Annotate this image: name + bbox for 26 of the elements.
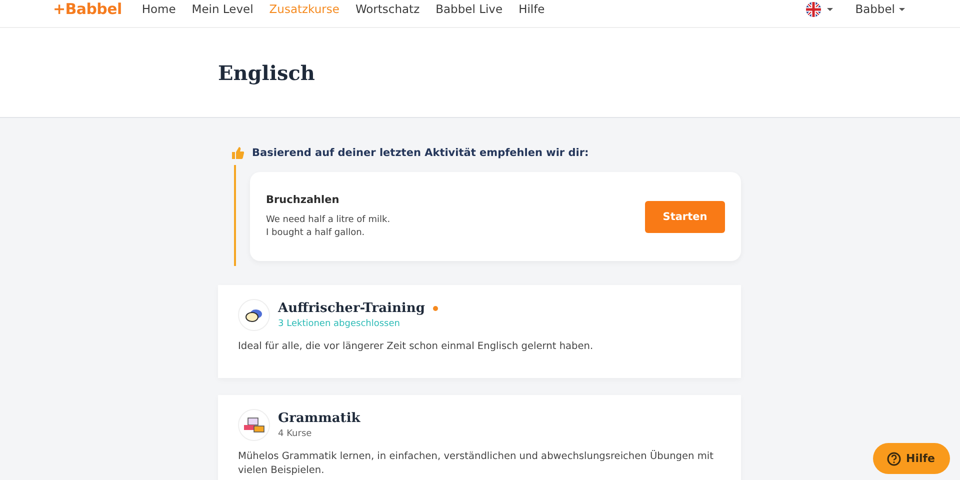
nav-link[interactable]: Hilfe	[518, 0, 545, 18]
building-blocks-icon	[243, 417, 265, 433]
flag-icon[interactable]	[806, 2, 822, 16]
course-title: Auffrischer-Training	[278, 301, 425, 316]
speech-bubbles-icon	[245, 308, 263, 322]
nav-link[interactable]: Babbel Live	[436, 0, 503, 18]
course-title: Grammatik	[278, 411, 360, 426]
course-card[interactable]: Auffrischer-Training 3 Lektionen abgeschlossen Ideal für alle, die vor längerer Zeit schon einmal Englisch gelernt haben.	[218, 285, 741, 378]
example-sentence: I bought a half gallon.	[266, 226, 366, 240]
help-icon	[887, 452, 901, 466]
example-sentence: We need half a litre of milk.	[266, 214, 390, 226]
nav-link[interactable]: Home	[142, 0, 176, 18]
page-title: Englisch	[218, 61, 316, 85]
course-description: Ideal für alle, die vor längerer Zeit schon einmal Englisch gelernt haben.	[238, 340, 594, 354]
nav-link[interactable]: Mein Level	[192, 0, 254, 18]
account-menu[interactable]: Babbel	[855, 2, 905, 16]
caret-icon[interactable]	[827, 8, 834, 10]
course-card[interactable]: Grammatik 4 Kurse Mühelos Grammatik lernen, in einfachen, verständlichen und abwechslungsreichen Übungen mit vielen Beispielen.	[218, 395, 741, 480]
course-description: Mühelos Grammatik lernen, in einfachen, verständlichen und abwechslungsreichen Übungen mit vielen Beispielen.	[238, 450, 714, 478]
recommendation-heading: Basierend auf deiner letzten Aktivität empfehlen wir dir:	[252, 147, 589, 159]
nav-link[interactable]: Wortschatz	[355, 0, 420, 18]
course-subtitle: 4 Kurse	[278, 429, 313, 439]
lesson-title: Bruchzahlen	[266, 194, 340, 206]
help-button[interactable]: Hilfe	[873, 443, 950, 474]
thumbs-up-icon	[232, 147, 244, 159]
course-subtitle: 3 Lektionen abgeschlossen	[278, 319, 401, 329]
